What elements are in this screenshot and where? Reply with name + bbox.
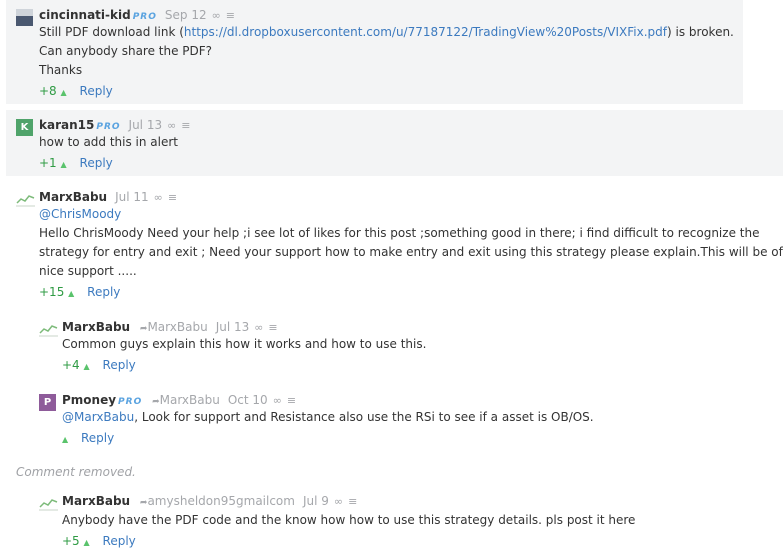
comment-body: Common guys explain this how it works an… <box>62 337 427 351</box>
mention-link[interactable]: @MarxBabu <box>62 410 134 424</box>
reply-button[interactable]: Reply <box>103 534 136 548</box>
comment-body-line: Can anybody share the PDF? <box>39 44 213 58</box>
comment-date[interactable]: Jul 9 <box>303 494 329 508</box>
comment-body-line: @MarxBabu, Look for support and Resistan… <box>62 410 594 424</box>
avatar[interactable]: P <box>39 394 56 411</box>
reply-button[interactable]: Reply <box>87 285 120 299</box>
avatar[interactable] <box>39 321 58 338</box>
upvote-icon[interactable]: ▲ <box>84 538 90 547</box>
comment-header: MarxBabu Jul 11 ∞ ≡ <box>39 190 177 204</box>
reply-to-user[interactable]: MarxBabu <box>160 393 220 407</box>
comment-body-line: nice support ..... <box>39 264 137 278</box>
username[interactable]: Pmoney <box>62 393 116 407</box>
pro-badge: PRO <box>118 397 143 407</box>
avatar[interactable] <box>16 9 33 26</box>
comment-header: cincinnati-kid PRO Sep 12 ∞ ≡ <box>39 8 235 22</box>
comment-header: MarxBabu ➦amysheldon95gmailcom Jul 9 ∞ ≡ <box>62 494 357 508</box>
reply-button[interactable]: Reply <box>103 358 136 372</box>
avatar[interactable]: K <box>16 119 33 136</box>
username[interactable]: karan15 <box>39 118 94 132</box>
username[interactable]: MarxBabu <box>62 494 130 508</box>
comment-actions: +4 ▲ Reply <box>62 358 136 372</box>
reply-arrow-icon: ➦ <box>152 397 160 407</box>
reply-to-user[interactable]: amysheldon95gmailcom <box>147 494 295 508</box>
upvote-icon[interactable]: ▲ <box>84 362 90 371</box>
body-text: ) is broken. <box>667 25 734 39</box>
reply-button[interactable]: Reply <box>80 84 113 98</box>
comment-body-line: Hello ChrisMoody Need your help ;i see l… <box>39 226 760 240</box>
username[interactable]: MarxBabu <box>62 320 130 334</box>
permalink-icon[interactable]: ∞ <box>334 495 343 508</box>
permalink-icon[interactable]: ∞ <box>154 191 163 204</box>
pro-badge: PRO <box>96 122 121 132</box>
flag-icon[interactable]: ≡ <box>268 321 277 334</box>
vote-count: +15 <box>39 285 65 299</box>
permalink-icon[interactable]: ∞ <box>254 321 263 334</box>
comment-header: Pmoney PRO ➦MarxBabu Oct 10 ∞ ≡ <box>62 393 296 407</box>
comment-header: MarxBabu ➦MarxBabu Jul 13 ∞ ≡ <box>62 320 278 334</box>
flag-icon[interactable]: ≡ <box>226 9 235 22</box>
permalink-icon[interactable]: ∞ <box>273 394 282 407</box>
comment-date[interactable]: Jul 11 <box>115 190 149 204</box>
body-text: , Look for support and Resistance also u… <box>134 410 594 424</box>
comment-actions: ▲ Reply <box>62 431 114 445</box>
body-text: Still PDF download link ( <box>39 25 184 39</box>
comment-body-line: strategy for entry and exit ; Need your … <box>39 245 783 259</box>
upvote-icon[interactable]: ▲ <box>62 435 68 444</box>
avatar[interactable] <box>16 191 35 208</box>
username[interactable]: MarxBabu <box>39 190 107 204</box>
upvote-icon[interactable]: ▲ <box>61 160 67 169</box>
flag-icon[interactable]: ≡ <box>181 119 190 132</box>
comment-date[interactable]: Jul 13 <box>216 320 250 334</box>
permalink-icon[interactable]: ∞ <box>212 9 221 22</box>
reply-to-user[interactable]: MarxBabu <box>147 320 207 334</box>
reply-button[interactable]: Reply <box>81 431 114 445</box>
flag-icon[interactable]: ≡ <box>287 394 296 407</box>
username[interactable]: cincinnati-kid <box>39 8 131 22</box>
comment-header: karan15 PRO Jul 13 ∞ ≡ <box>39 118 190 132</box>
permalink-icon[interactable]: ∞ <box>167 119 176 132</box>
vote-count: +5 <box>62 534 80 548</box>
comment-body: Anybody have the PDF code and the know h… <box>62 513 636 527</box>
comment-body-line: Thanks <box>39 63 83 77</box>
comment-date[interactable]: Oct 10 <box>228 393 268 407</box>
comment-actions: +15 ▲ Reply <box>39 285 120 299</box>
vote-count: +1 <box>39 156 57 170</box>
upvote-icon[interactable]: ▲ <box>68 289 74 298</box>
comment-removed: Comment removed. <box>16 465 136 479</box>
comment-actions: +5 ▲ Reply <box>62 534 136 548</box>
comment-date[interactable]: Jul 13 <box>129 118 163 132</box>
flag-icon[interactable]: ≡ <box>168 191 177 204</box>
mention-link[interactable]: @ChrisMoody <box>39 207 121 221</box>
reply-button[interactable]: Reply <box>80 156 113 170</box>
comment-body: how to add this in alert <box>39 135 179 149</box>
flag-icon[interactable]: ≡ <box>348 495 357 508</box>
comment-body-line: Still PDF download link (https://dl.drop… <box>39 25 734 39</box>
vote-count: +8 <box>39 84 57 98</box>
comment-actions: +1 ▲ Reply <box>39 156 113 170</box>
comment-actions: +8 ▲ Reply <box>39 84 113 98</box>
pdf-link[interactable]: https://dl.dropboxusercontent.com/u/7718… <box>184 25 667 39</box>
pro-badge: PRO <box>132 12 157 22</box>
upvote-icon[interactable]: ▲ <box>61 88 67 97</box>
vote-count: +4 <box>62 358 80 372</box>
comment-date[interactable]: Sep 12 <box>165 8 207 22</box>
avatar[interactable] <box>39 495 58 512</box>
